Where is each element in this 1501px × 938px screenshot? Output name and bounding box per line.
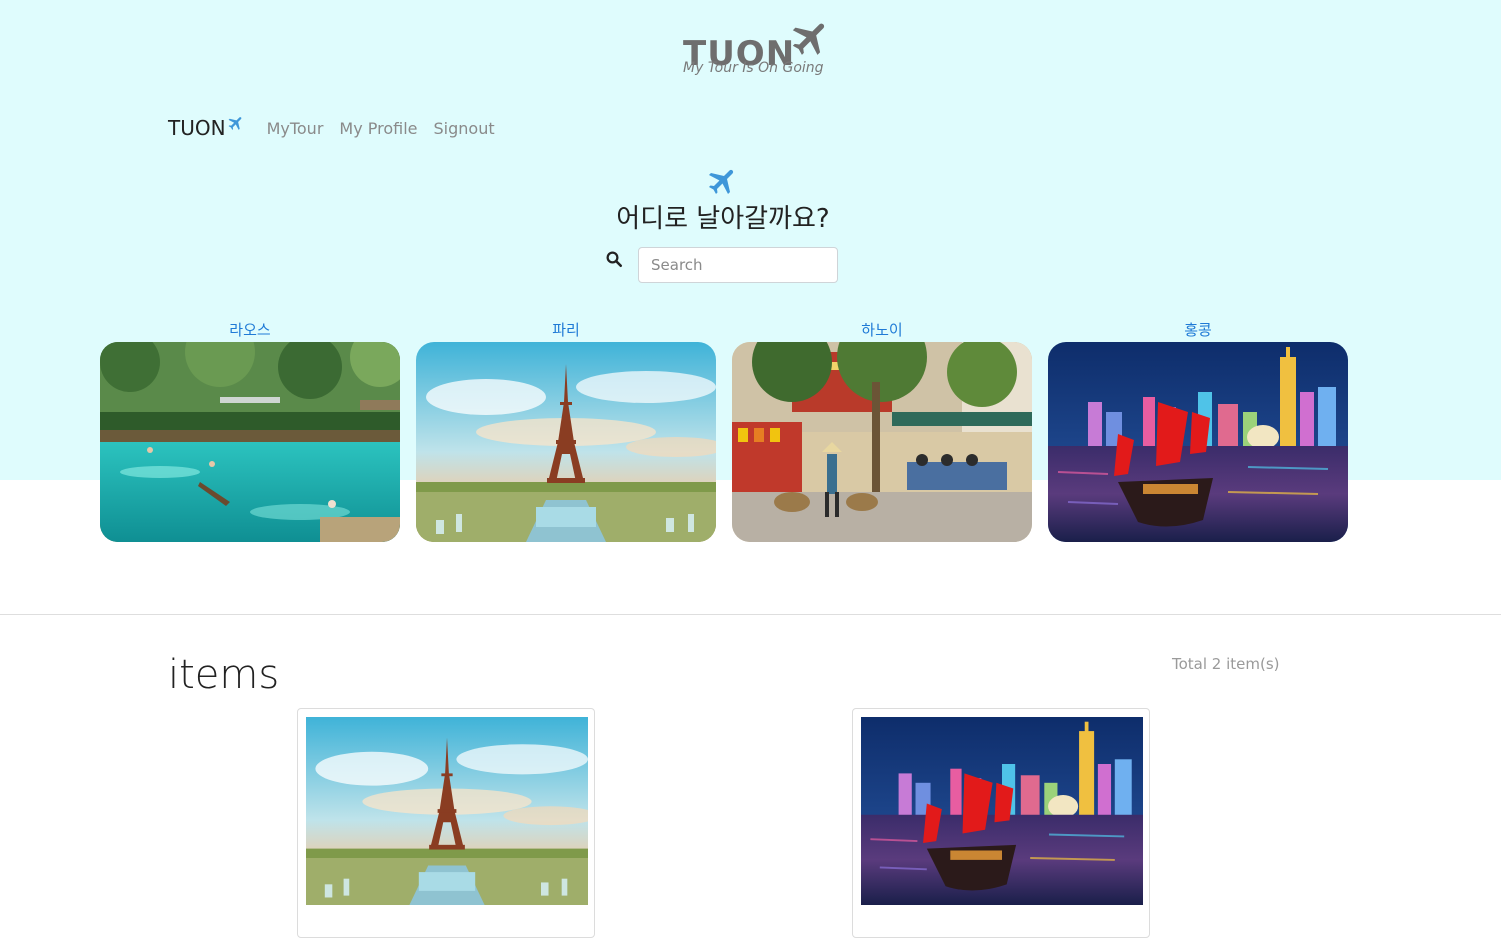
destination-card-hanoi[interactable]: 하노이 <box>732 318 1032 542</box>
destination-label[interactable]: 파리 <box>416 318 716 342</box>
brand-text: TUON <box>168 116 226 140</box>
destination-card-paris[interactable]: 파리 <box>416 318 716 542</box>
destination-image-paris[interactable] <box>416 342 716 542</box>
search-input[interactable] <box>638 247 838 283</box>
nav-link-my-profile[interactable]: My Profile <box>339 119 417 138</box>
items-total-count: Total 2 item(s) <box>1172 655 1280 673</box>
search-icon[interactable] <box>605 250 623 268</box>
destination-card-laos[interactable]: 라오스 <box>100 318 400 542</box>
airplane-icon <box>223 110 248 135</box>
nav-link-signout[interactable]: Signout <box>434 119 495 138</box>
destination-card-hongkong[interactable]: 홍콩 <box>1048 318 1348 542</box>
item-image-hongkong[interactable] <box>861 717 1143 905</box>
destination-image-laos[interactable] <box>100 342 400 542</box>
item-card-paris[interactable] <box>297 708 595 938</box>
logo-tagline: My Tour Is On Going <box>683 60 824 76</box>
item-image-paris[interactable] <box>306 717 588 905</box>
item-card-hongkong[interactable] <box>852 708 1150 938</box>
destination-label[interactable]: 라오스 <box>100 318 400 342</box>
nav-link-mytour[interactable]: MyTour <box>267 119 324 138</box>
top-navbar: TUON MyTour My Profile Signout <box>168 112 511 144</box>
items-section-title: items <box>168 652 280 698</box>
navbar-brand[interactable]: TUON <box>168 116 245 140</box>
destination-image-hanoi[interactable] <box>732 342 1032 542</box>
destination-label[interactable]: 홍콩 <box>1048 318 1348 342</box>
hero-title: 어디로 날아갈까요? <box>616 204 830 234</box>
site-logo[interactable]: TUON My Tour Is On Going <box>682 14 842 82</box>
destination-label[interactable]: 하노이 <box>732 318 1032 342</box>
destination-image-hongkong[interactable] <box>1048 342 1348 542</box>
section-divider <box>0 614 1501 615</box>
